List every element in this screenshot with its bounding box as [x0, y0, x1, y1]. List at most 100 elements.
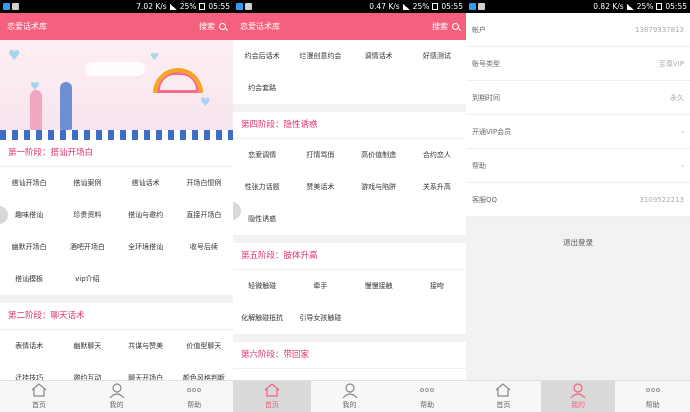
status-bar: 0.82 K/s 25% 05:55: [466, 0, 690, 13]
topic-item[interactable]: 关系升高: [408, 171, 466, 203]
topic-item[interactable]: 牵手: [291, 270, 349, 302]
topic-grid: 恋爱调情 打情骂俏 高价值制造 合约恋人 性张力话题 赞美话术 游戏与陷阱 关系…: [233, 139, 466, 235]
topic-item[interactable]: 性张力话题: [233, 171, 291, 203]
section-card-3-tail: 约会后话术 烂漫创意约会 调情话术 好感测试 约会套路: [233, 40, 466, 104]
topic-item[interactable]: 约会套路: [233, 72, 291, 104]
clock: 05:55: [665, 2, 687, 11]
topic-item[interactable]: 直接开场白: [175, 199, 233, 231]
person-icon: [342, 382, 358, 398]
tab-home[interactable]: 首页: [233, 381, 311, 412]
signal-icon: [169, 3, 177, 10]
topic-item[interactable]: 开场白惯例: [175, 167, 233, 199]
account-row: 帐户 13879337813: [466, 13, 690, 47]
topic-item[interactable]: 幽默聊天: [58, 330, 116, 362]
open-vip-row[interactable]: 开通VIP会员 ›: [466, 115, 690, 149]
tab-mine[interactable]: 我的: [311, 381, 389, 412]
topic-item[interactable]: 烂漫创意约会: [291, 40, 349, 72]
topic-item[interactable]: 游戏与陷阱: [350, 171, 408, 203]
row-value: 至尊VIP: [658, 59, 684, 68]
signal-icon: [402, 3, 410, 10]
topic-item[interactable]: 轻微触碰: [233, 270, 291, 302]
topic-item[interactable]: 调情话术: [350, 40, 408, 72]
more-icon: [186, 382, 202, 398]
chevron-right-icon: ›: [681, 127, 684, 136]
topic-item[interactable]: 化解触碰抵抗: [233, 302, 291, 334]
topic-item[interactable]: 接吻: [408, 270, 466, 302]
section-title: 第六阶段：带回家: [233, 342, 466, 369]
help-row[interactable]: 帮助 ›: [466, 149, 690, 183]
section-title: 第五阶段：肢体升高: [233, 243, 466, 270]
battery-percent: 25%: [179, 2, 197, 11]
tab-home[interactable]: 首页: [466, 381, 541, 412]
rainbow-decoration: [153, 68, 203, 93]
section-title: 第四阶段：隐性诱惑: [233, 112, 466, 139]
banner-image[interactable]: ♥ ♥ ♥ ♥: [0, 40, 233, 140]
search-button[interactable]: 搜索: [432, 21, 459, 32]
topic-item[interactable]: 引导女孩触碰: [291, 302, 349, 334]
topic-item[interactable]: 合约恋人: [408, 139, 466, 171]
app-notification-icon: [478, 3, 485, 10]
clock: 05:55: [208, 2, 230, 11]
section-title: 第二阶段：聊天话术: [0, 303, 233, 330]
tab-help[interactable]: 帮助: [388, 381, 466, 412]
topic-grid: 约会后话术 烂漫创意约会 调情话术 好感测试 约会套路: [233, 40, 466, 104]
topic-item[interactable]: 搭讪模板: [0, 263, 58, 295]
battery-icon: [656, 3, 663, 10]
app-title: 恋爱话术库: [240, 22, 280, 31]
topic-item[interactable]: 搭讪案例: [58, 167, 116, 199]
topic-item[interactable]: 恋爱调情: [233, 139, 291, 171]
more-icon: [645, 382, 661, 398]
tab-label: 首页: [496, 401, 511, 409]
topic-item[interactable]: 搭讪话术: [117, 167, 175, 199]
row-label: 帐户: [472, 25, 486, 34]
topic-item[interactable]: 酒吧开场白: [58, 231, 116, 263]
home-icon: [495, 382, 511, 398]
app-bar: 恋爱话术库 搜索: [233, 13, 466, 40]
topic-item[interactable]: 打情骂俏: [291, 139, 349, 171]
person-icon: [570, 382, 586, 398]
net-speed: 0.82 K/s: [593, 2, 624, 11]
search-button[interactable]: 搜索: [199, 21, 226, 32]
topic-item[interactable]: vip介绍: [58, 263, 116, 295]
account-type-row: 账号类型 至尊VIP: [466, 47, 690, 81]
service-qq-row[interactable]: 客服QQ 3109522213: [466, 183, 690, 217]
topic-item[interactable]: 慢慢接触: [350, 270, 408, 302]
tab-help[interactable]: 帮助: [155, 381, 233, 412]
topic-item[interactable]: 搭讪与邀约: [117, 199, 175, 231]
topic-item[interactable]: 表情话术: [0, 330, 58, 362]
status-bar: 0.47 K/s 25% 05:55: [233, 0, 466, 13]
tab-mine[interactable]: 我的: [78, 381, 156, 412]
app-title: 恋爱话术库: [7, 22, 47, 31]
topic-item[interactable]: 趣味搭讪: [0, 199, 58, 231]
row-value: 永久: [670, 93, 684, 102]
topic-item[interactable]: 约会后话术: [233, 40, 291, 72]
topic-item[interactable]: 隐性诱惑: [233, 203, 291, 235]
app-bar: 恋爱话术库 搜索: [0, 13, 233, 40]
topic-item[interactable]: 共谋与赞美: [117, 330, 175, 362]
bottom-tab-bar: 首页 我的 帮助: [233, 380, 466, 412]
topic-item[interactable]: 好感测试: [408, 40, 466, 72]
tab-help[interactable]: 帮助: [615, 381, 690, 412]
topic-grid: 搭讪开场白 搭讪案例 搭讪话术 开场白惯例 趣味搭讪 珍贵资料 搭讪与邀约 直接…: [0, 167, 233, 295]
tab-home[interactable]: 首页: [0, 381, 78, 412]
topic-item[interactable]: 全环境搭讪: [117, 231, 175, 263]
topic-item[interactable]: 幽默开场白: [0, 231, 58, 263]
topic-item[interactable]: 赞美话术: [291, 171, 349, 203]
topic-item[interactable]: 价值型聊天: [175, 330, 233, 362]
topic-item[interactable]: 搭讪开场白: [0, 167, 58, 199]
topic-item[interactable]: 高价值制造: [350, 139, 408, 171]
app-notification-icon: [245, 3, 252, 10]
profile-screen: 0.82 K/s 25% 05:55 帐户 13879337813 账号类型 至…: [466, 0, 690, 412]
clock: 05:55: [441, 2, 463, 11]
row-label: 帮助: [472, 161, 486, 170]
section-title: 第一阶段：搭讪开场白: [0, 140, 233, 167]
topic-item[interactable]: 珍贵资料: [58, 199, 116, 231]
banner-cloud: [85, 62, 145, 76]
app-notification-icon: [12, 3, 19, 10]
notification-icon: [3, 3, 10, 10]
tab-mine[interactable]: 我的: [540, 381, 616, 412]
section-gap: [233, 235, 466, 243]
section-card-5: 第五阶段：肢体升高 轻微触碰 牵手 慢慢接触 接吻 化解触碰抵抗 引导女孩触碰: [233, 243, 466, 334]
topic-item[interactable]: 收号后续: [175, 231, 233, 263]
logout-button[interactable]: 退出登录: [466, 225, 690, 259]
